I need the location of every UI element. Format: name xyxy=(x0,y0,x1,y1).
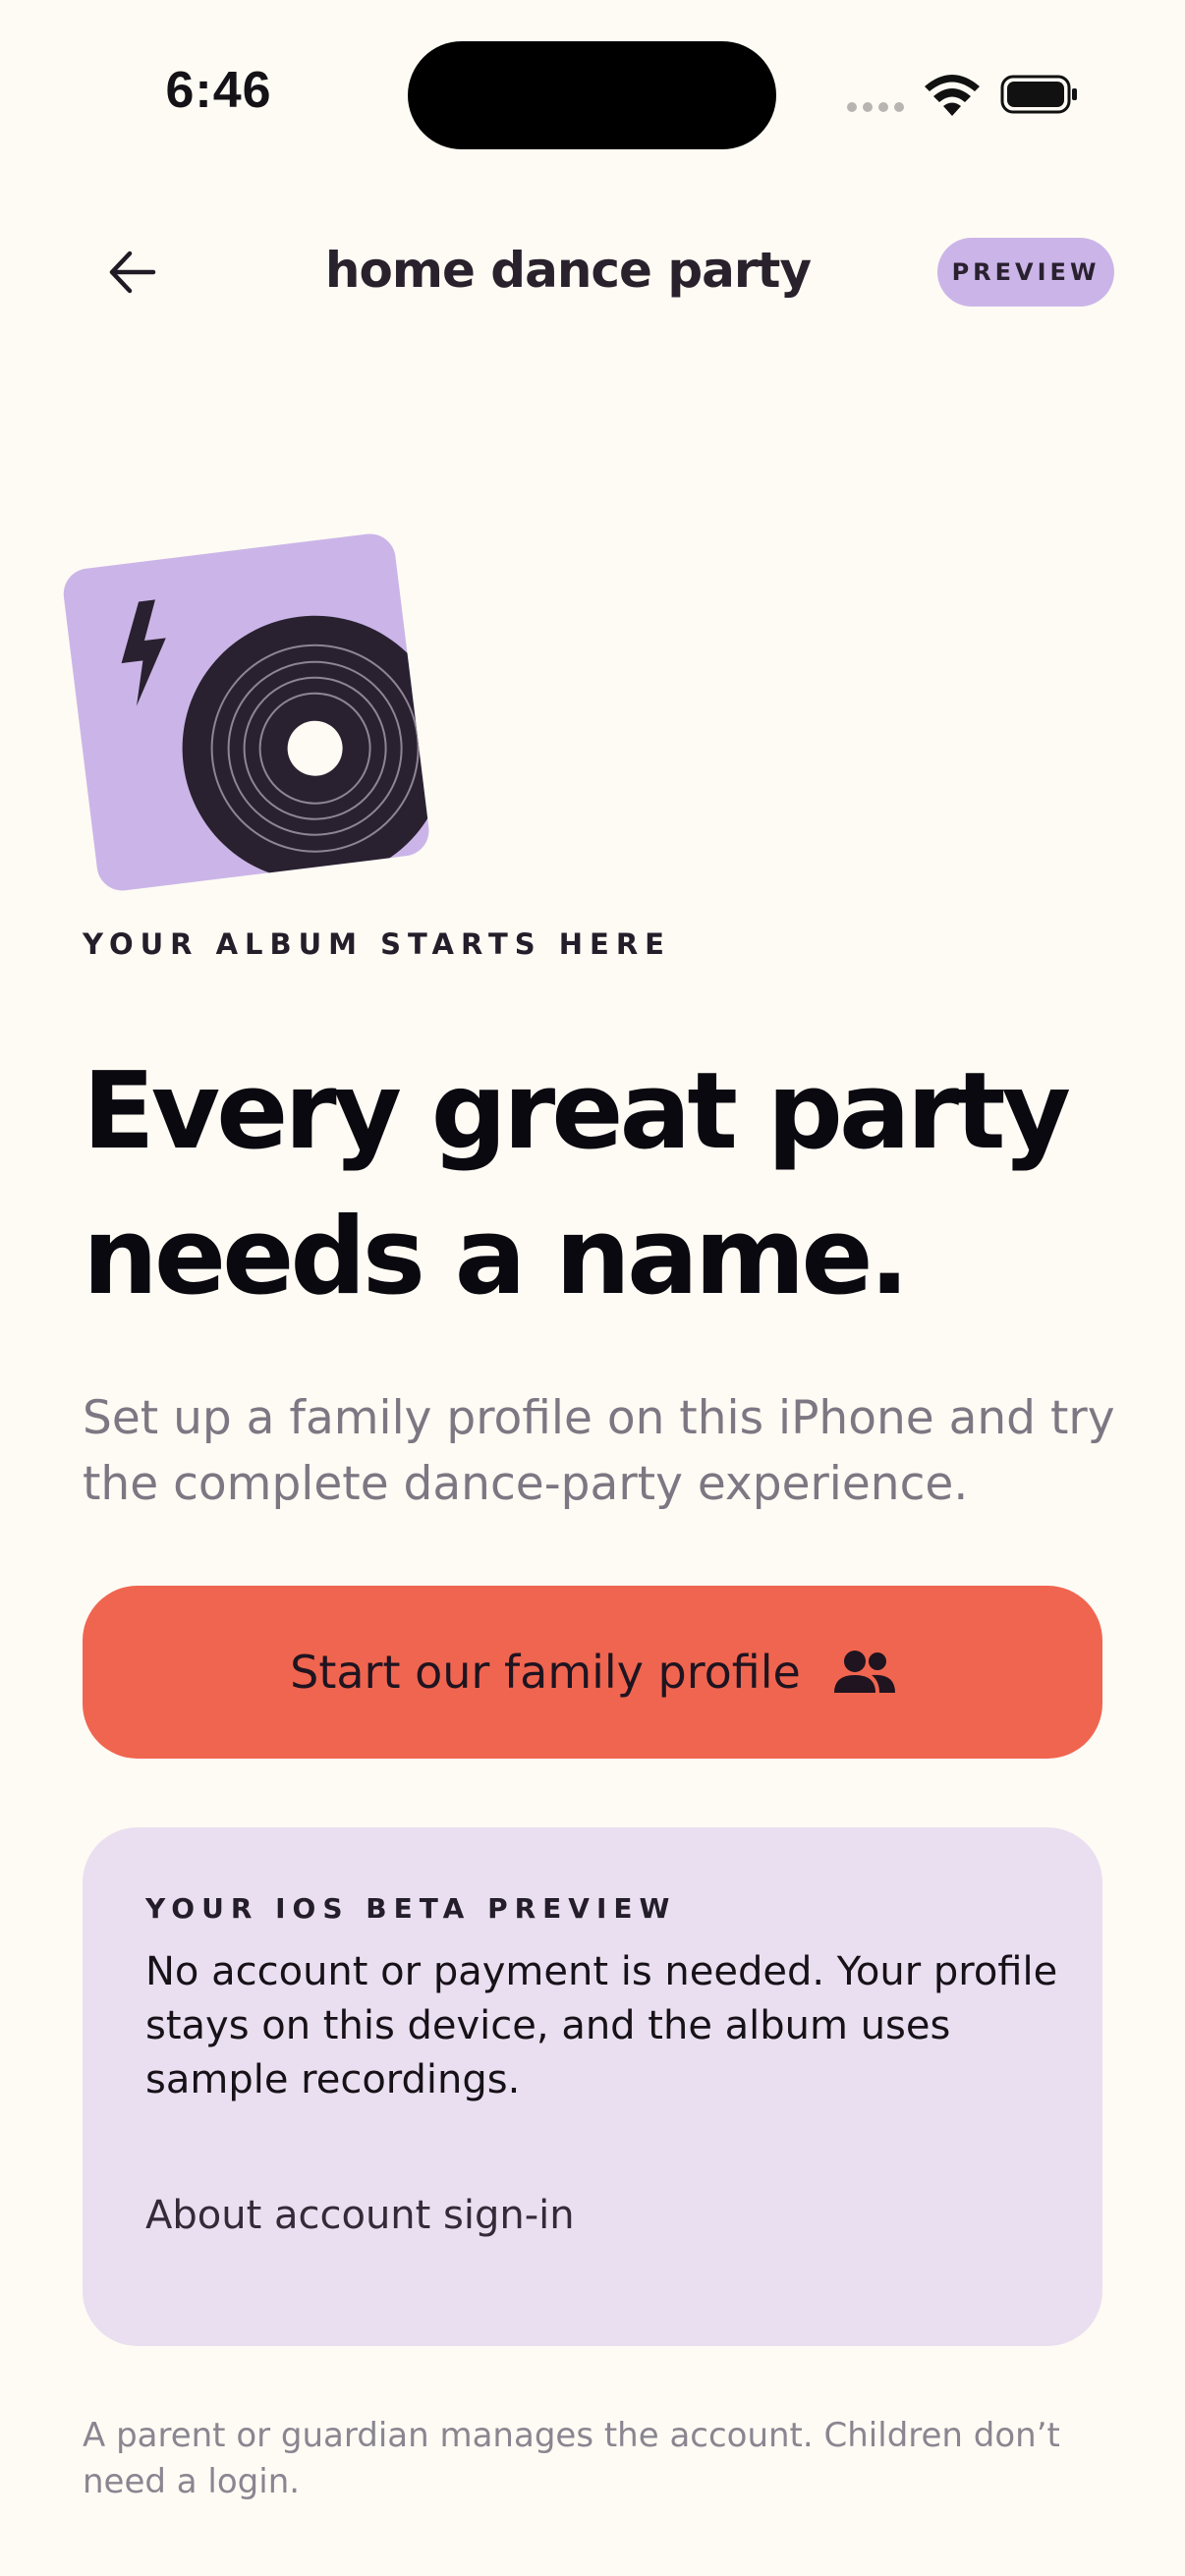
screen: 6:46 home dance party PREVIEW YOUR ALBUM… xyxy=(0,0,1185,2576)
start-family-profile-label: Start our family profile xyxy=(290,1646,801,1699)
dynamic-island xyxy=(408,41,776,149)
start-family-profile-button[interactable]: Start our family profile xyxy=(83,1586,1102,1759)
headline: Every great party needs a name. xyxy=(83,1039,1124,1330)
page-title: home dance party xyxy=(324,242,812,299)
album-vinyl-illustration xyxy=(63,533,432,891)
status-time: 6:46 xyxy=(165,62,272,119)
card-eyebrow: YOUR IOS BETA PREVIEW xyxy=(145,1892,677,1925)
preview-badge: PREVIEW xyxy=(937,238,1114,307)
beta-preview-card: YOUR IOS BETA PREVIEW No account or paym… xyxy=(83,1827,1102,2346)
section-eyebrow: YOUR ALBUM STARTS HERE xyxy=(83,927,671,961)
account-sign-in-link[interactable]: About account sign-in xyxy=(145,2193,575,2238)
cellular-signal-icon xyxy=(847,102,904,112)
people-icon xyxy=(833,1651,895,1693)
headline-line-1: Every great party xyxy=(83,1050,1071,1173)
battery-icon xyxy=(1000,75,1077,114)
arrow-left-icon xyxy=(109,251,156,294)
back-button[interactable] xyxy=(102,242,169,303)
wifi-icon xyxy=(925,75,980,116)
headline-line-2: needs a name. xyxy=(83,1196,910,1318)
subtitle: Set up a family profile on this iPhone a… xyxy=(83,1391,1115,1511)
footnote: A parent or guardian manages the account… xyxy=(83,2416,1060,2501)
card-body-text: No account or payment is needed. Your pr… xyxy=(145,1949,1058,2102)
